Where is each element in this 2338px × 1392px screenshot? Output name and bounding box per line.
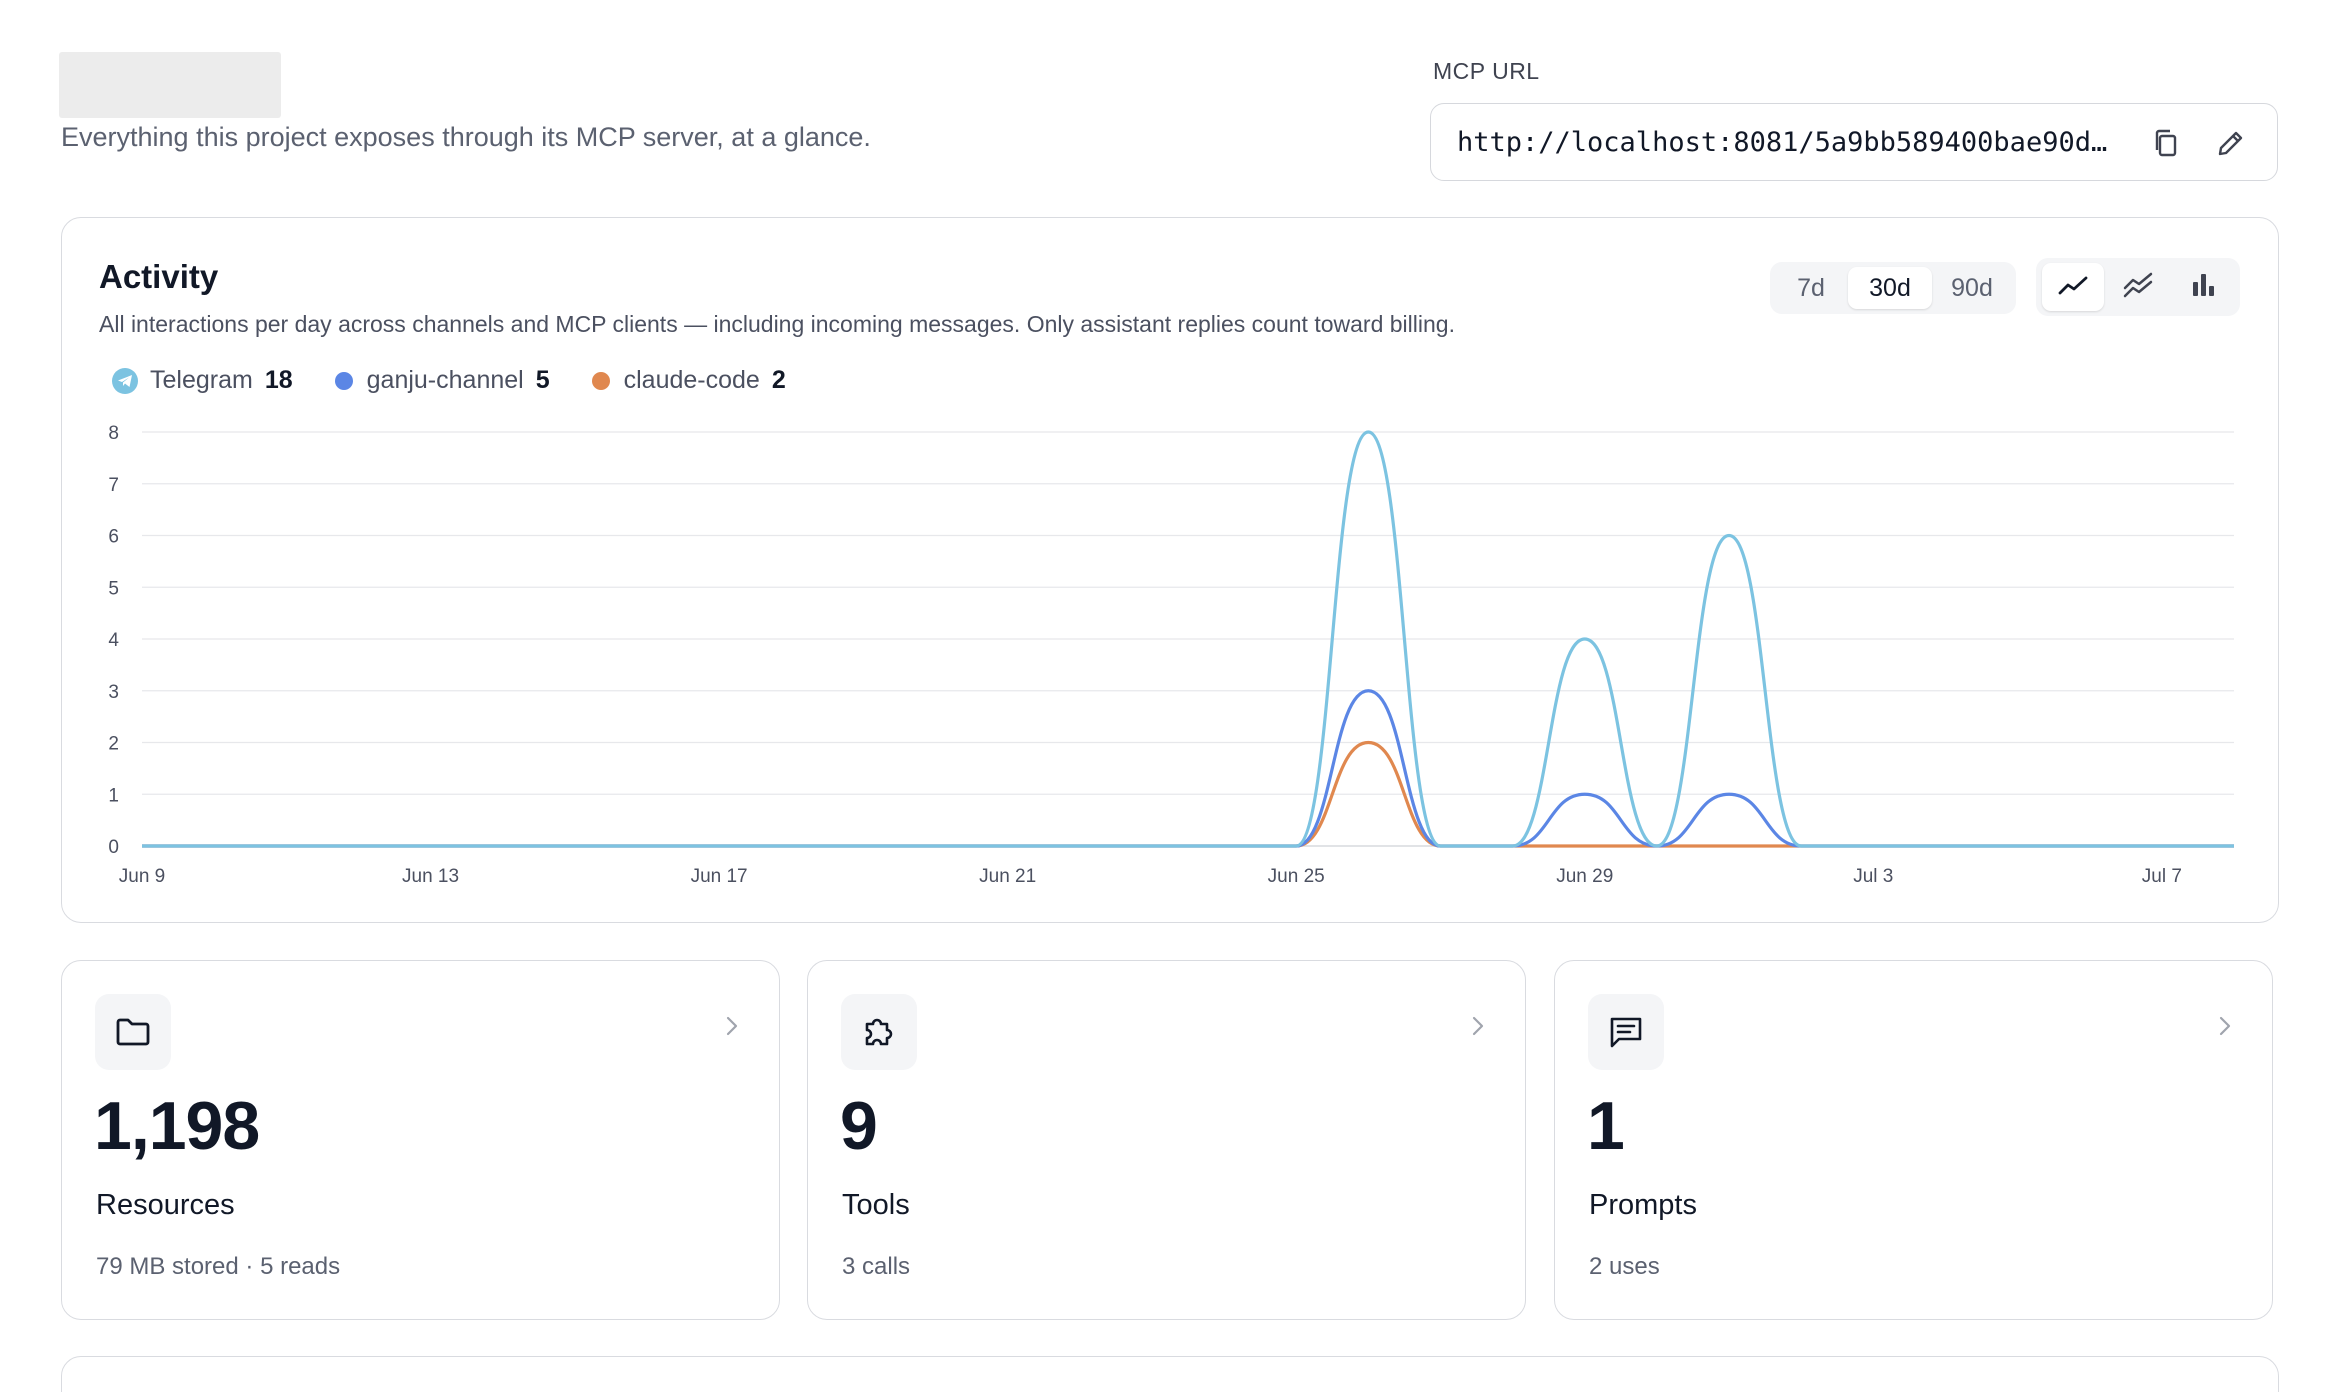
prompts-card[interactable]: 1 Prompts 2 uses (1554, 960, 2273, 1320)
y-tick-label: 6 (108, 527, 119, 548)
x-tick-label: Jul 7 (2142, 866, 2182, 887)
tools-detail: 3 calls (842, 1253, 911, 1280)
recent-activity-card (61, 1356, 2279, 1392)
resources-card[interactable]: 1,198 Resources 79 MB stored · 5 reads (61, 960, 780, 1320)
pencil-icon[interactable] (2214, 126, 2248, 160)
series-line-ganju-channel (142, 689, 2234, 848)
x-tick-label: Jun 13 (402, 866, 459, 887)
x-tick-label: Jul 3 (1853, 866, 1893, 887)
y-tick-label: 2 (108, 734, 119, 755)
tools-count: 9 (840, 1088, 878, 1164)
mcp-url-label: MCP URL (1433, 58, 1540, 84)
resources-count: 1,198 (94, 1088, 260, 1164)
y-tick-label: 8 (108, 423, 119, 444)
y-tick-label: 7 (108, 475, 119, 496)
tools-label: Tools (842, 1189, 910, 1221)
tools-card[interactable]: 9 Tools 3 calls (807, 960, 1526, 1320)
page-subtitle: Everything this project exposes through … (61, 122, 871, 152)
puzzle-icon (841, 994, 917, 1070)
y-tick-label: 5 (108, 578, 119, 599)
mcp-url-value[interactable]: http://localhost:8081/5a9bb589400bae90d… (1457, 127, 2147, 158)
prompts-detail: 2 uses (1589, 1253, 1660, 1280)
activity-chart: 0 1 2 3 4 5 6 7 8 Jun 9 Jun 13 Jun 17 Jun 21 Jun 25 Ju… (108, 423, 2234, 887)
project-title-placeholder (59, 52, 281, 118)
folder-icon (95, 994, 171, 1070)
prompts-label: Prompts (1589, 1189, 1697, 1221)
chevron-right-icon (1471, 1015, 1485, 1042)
y-tick-label: 0 (108, 837, 119, 858)
x-tick-label: Jun 29 (1556, 866, 1613, 887)
x-tick-label: Jun 9 (119, 866, 165, 887)
y-tick-label: 1 (108, 785, 119, 806)
activity-card: Activity All interactions per day across… (61, 217, 2279, 923)
y-tick-label: 3 (108, 682, 119, 703)
x-tick-label: Jun 25 (1268, 866, 1325, 887)
resources-label: Resources (96, 1189, 235, 1221)
chevron-right-icon (725, 1015, 739, 1042)
chevron-right-icon (2218, 1015, 2232, 1042)
x-tick-label: Jun 17 (691, 866, 748, 887)
resources-detail: 79 MB stored · 5 reads (96, 1253, 341, 1280)
y-tick-label: 4 (108, 630, 119, 651)
prompts-count: 1 (1587, 1088, 1625, 1164)
x-tick-label: Jun 21 (979, 866, 1036, 887)
copy-icon[interactable] (2149, 126, 2183, 160)
message-icon (1588, 994, 1664, 1070)
mcp-url-field[interactable]: http://localhost:8081/5a9bb589400bae90d… (1430, 103, 2278, 181)
